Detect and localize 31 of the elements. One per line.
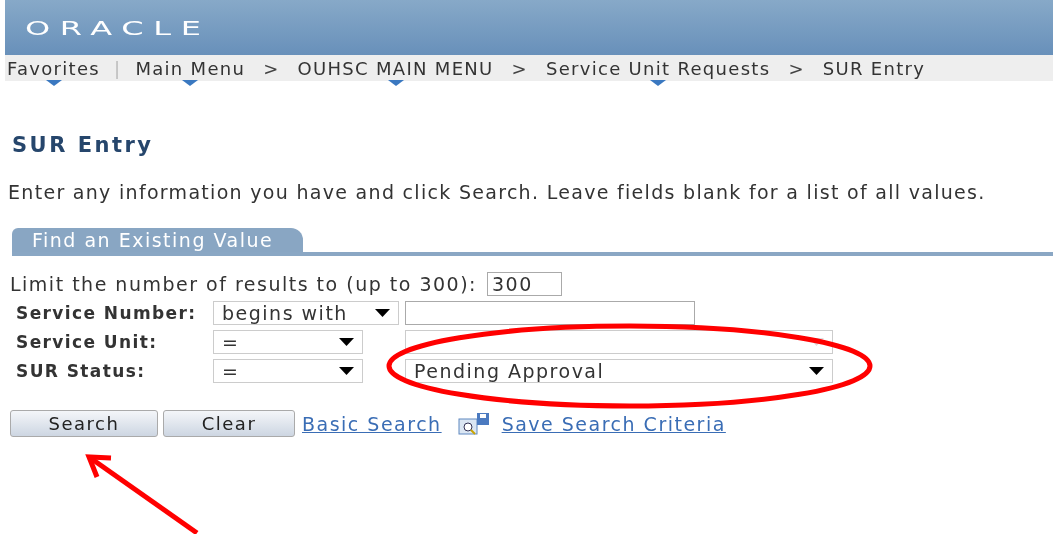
- separator: >: [511, 57, 528, 79]
- breadcrumb-link[interactable]: Service Unit Requests: [545, 57, 771, 79]
- separator: >: [788, 57, 805, 79]
- save-search-icon[interactable]: [457, 411, 490, 436]
- operator-dropdown[interactable]: =: [213, 330, 363, 354]
- breadcrumb-link[interactable]: Main Menu: [135, 57, 246, 79]
- link[interactable]: Save Search Criteria: [501, 412, 726, 435]
- page-title: SUR Entry: [12, 133, 155, 158]
- breadcrumb-link[interactable]: SUR Entry: [822, 57, 926, 79]
- limit-field[interactable]: 300: [486, 272, 562, 296]
- field-label: SUR Status:: [16, 361, 146, 381]
- breadcrumb-link[interactable]: OUHSC MAIN MENU: [297, 57, 494, 79]
- caret-icon: [375, 309, 390, 317]
- button[interactable]: Search: [10, 410, 158, 437]
- instructions-text: Enter any information you have and click Search. Leave fields blank for a list of all values.: [8, 181, 987, 204]
- field-label: Service Number:: [16, 303, 197, 323]
- limit-label: Limit the number of results to (up to 300):: [10, 273, 477, 295]
- oracle-logo: ORACLE: [25, 15, 211, 40]
- separator: |: [114, 57, 122, 79]
- separator: >: [263, 57, 280, 79]
- caret-icon: [339, 367, 354, 375]
- caret-icon: [339, 338, 354, 346]
- value-dropdown[interactable]: Pending Approval: [405, 359, 833, 383]
- operator-dropdown[interactable]: begins with: [213, 301, 399, 325]
- input-field[interactable]: [405, 301, 695, 325]
- caret-icon: [809, 367, 824, 375]
- operator-dropdown[interactable]: =: [213, 359, 363, 383]
- field-label: Service Unit:: [16, 332, 158, 352]
- button[interactable]: Clear: [163, 410, 295, 437]
- link[interactable]: Basic Search: [302, 412, 442, 435]
- breadcrumb-link[interactable]: Favorites: [7, 57, 100, 79]
